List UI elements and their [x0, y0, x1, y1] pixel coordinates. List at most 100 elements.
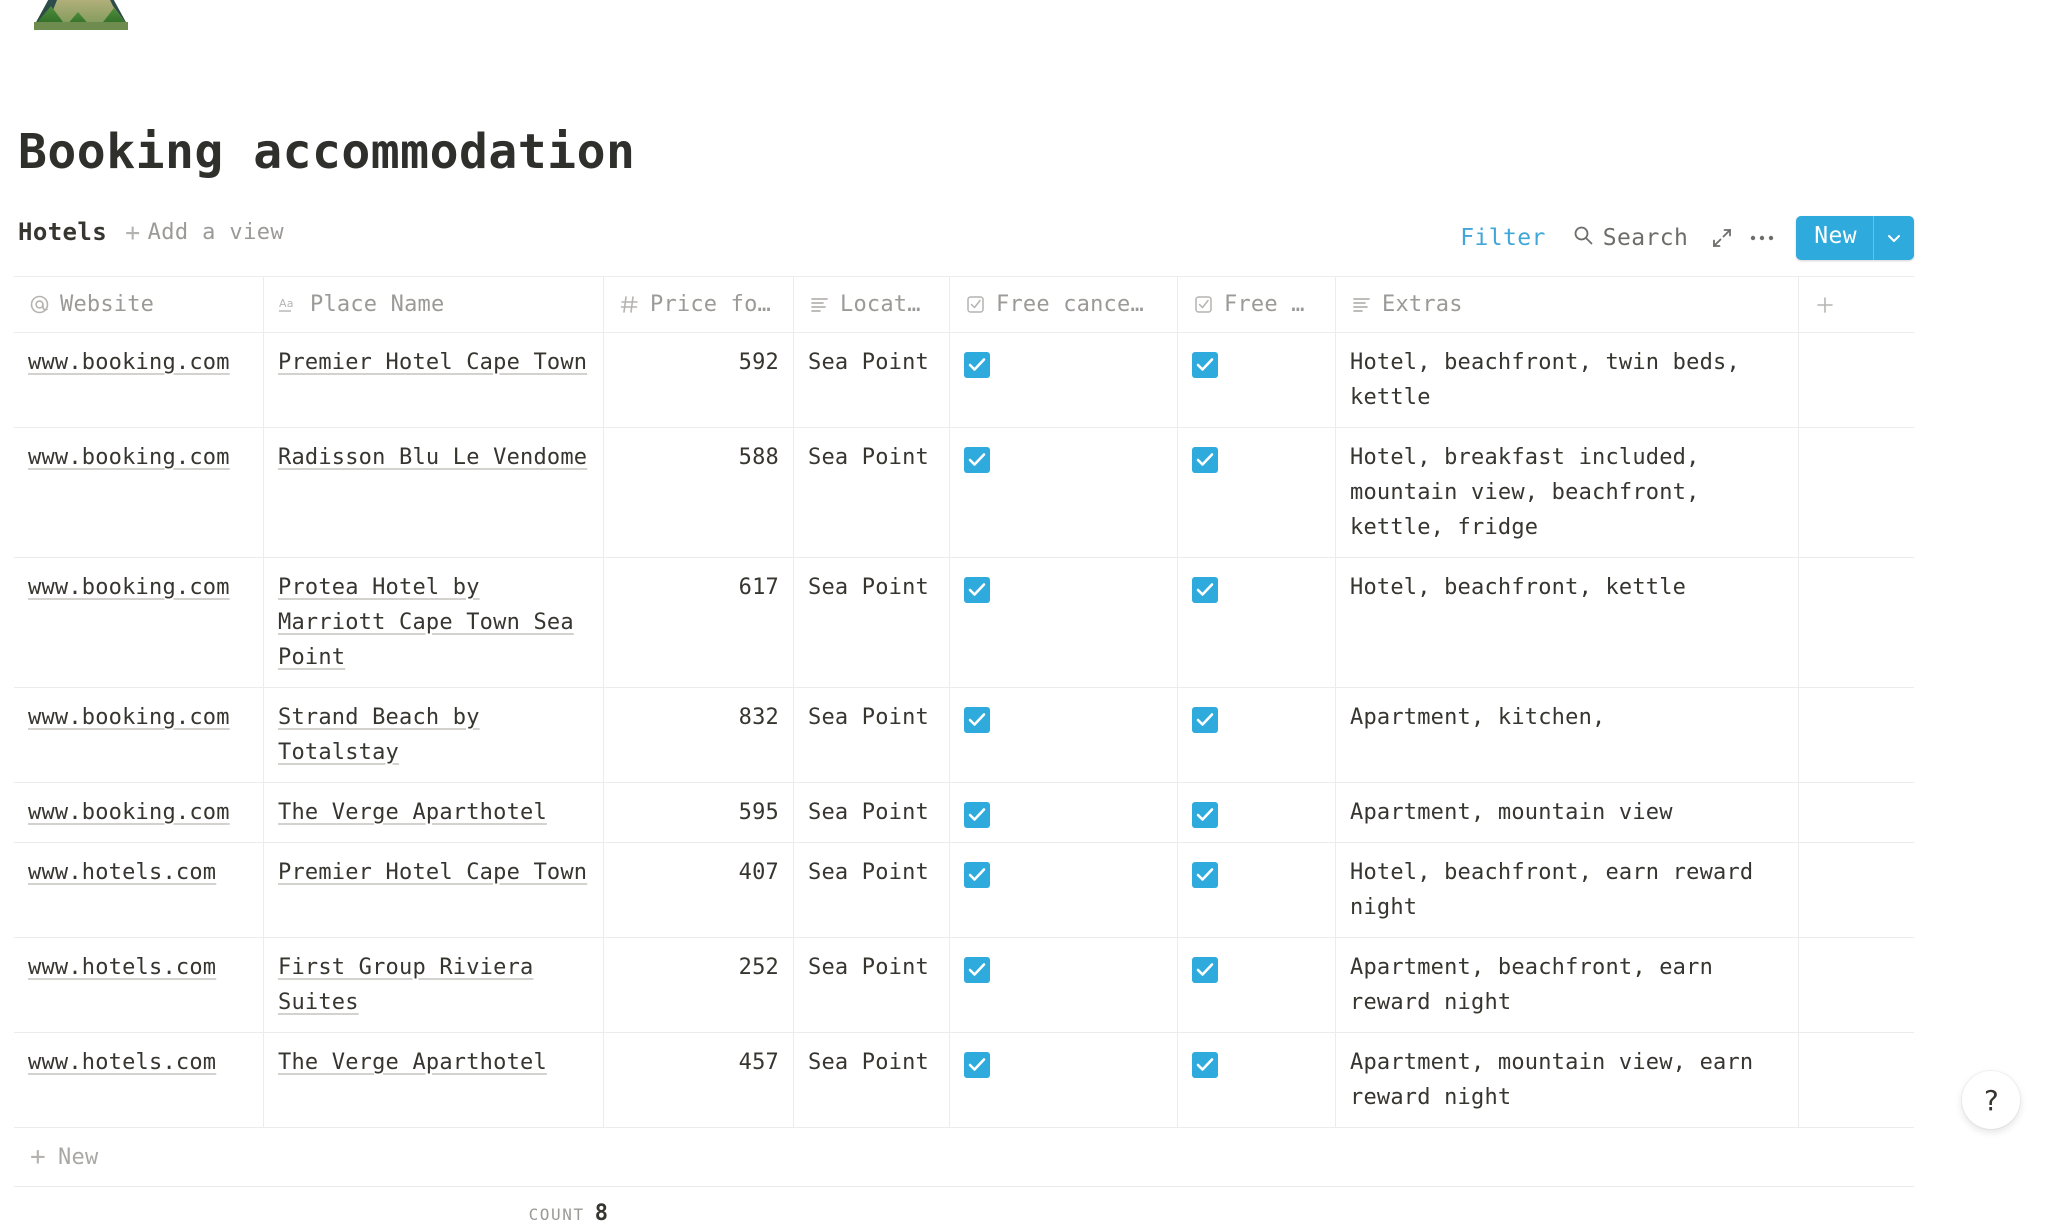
website-link[interactable]: www.booking.com	[28, 350, 230, 375]
cell-free-cancellation[interactable]	[950, 688, 1178, 782]
chevron-down-icon[interactable]	[1874, 216, 1914, 260]
cell-free[interactable]	[1178, 783, 1336, 842]
cell-website[interactable]: www.hotels.com	[14, 938, 264, 1032]
column-header-free-cancellation[interactable]: Free cance…	[950, 277, 1178, 332]
cell-extras[interactable]: Apartment, mountain view, earn reward ni…	[1336, 1033, 1799, 1127]
cell-location[interactable]: Sea Point	[794, 1033, 950, 1127]
cell-place-name[interactable]: Protea Hotel by Marriott Cape Town Sea P…	[264, 558, 604, 687]
website-link[interactable]: www.booking.com	[28, 445, 230, 470]
cell-location[interactable]: Sea Point	[794, 333, 950, 427]
add-column-button[interactable]	[1799, 277, 1914, 332]
cell-place-name[interactable]: The Verge Aparthotel	[264, 1033, 604, 1127]
checkbox-checked-icon[interactable]	[964, 802, 990, 828]
cell-place-name[interactable]: The Verge Aparthotel	[264, 783, 604, 842]
checkbox-checked-icon[interactable]	[1192, 352, 1218, 378]
cell-location[interactable]: Sea Point	[794, 938, 950, 1032]
expand-diagonal-icon[interactable]	[1702, 220, 1742, 256]
table-row[interactable]: www.booking.com Protea Hotel by Marriott …	[14, 558, 1914, 688]
column-header-price[interactable]: Price fo…	[604, 277, 794, 332]
cell-free[interactable]	[1178, 333, 1336, 427]
cell-place-name[interactable]: First Group Riviera Suites	[264, 938, 604, 1032]
place-name-link[interactable]: Strand Beach by Totalstay	[278, 705, 480, 765]
table-row[interactable]: www.booking.com Premier Hotel Cape Town 59…	[14, 333, 1914, 428]
new-record-row[interactable]: + New	[14, 1128, 1914, 1187]
filter-button[interactable]: Filter	[1448, 221, 1557, 255]
checkbox-checked-icon[interactable]	[1192, 957, 1218, 983]
place-name-link[interactable]: Protea Hotel by Marriott Cape Town Sea P…	[278, 575, 574, 670]
table-row[interactable]: www.booking.com The Verge Aparthotel 595 Se…	[14, 783, 1914, 843]
checkbox-checked-icon[interactable]	[964, 957, 990, 983]
cell-free-cancellation[interactable]	[950, 783, 1178, 842]
place-name-link[interactable]: The Verge Aparthotel	[278, 1050, 547, 1075]
cell-price[interactable]: 407	[604, 843, 794, 937]
cell-free-cancellation[interactable]	[950, 428, 1178, 557]
place-name-link[interactable]: The Verge Aparthotel	[278, 800, 547, 825]
cell-price[interactable]: 595	[604, 783, 794, 842]
checkbox-checked-icon[interactable]	[964, 447, 990, 473]
cell-extras[interactable]: Apartment, beachfront, earn reward night	[1336, 938, 1799, 1032]
cell-extras[interactable]: Hotel, beachfront, earn reward night	[1336, 843, 1799, 937]
checkbox-checked-icon[interactable]	[1192, 447, 1218, 473]
checkbox-checked-icon[interactable]	[964, 1052, 990, 1078]
website-link[interactable]: www.booking.com	[28, 705, 230, 730]
table-row[interactable]: www.hotels.com Premier Hotel Cape Town 407…	[14, 843, 1914, 938]
cell-free-cancellation[interactable]	[950, 558, 1178, 687]
ellipsis-icon[interactable]	[1742, 220, 1782, 256]
cell-place-name[interactable]: Premier Hotel Cape Town	[264, 333, 604, 427]
cell-location[interactable]: Sea Point	[794, 688, 950, 782]
checkbox-checked-icon[interactable]	[1192, 862, 1218, 888]
checkbox-checked-icon[interactable]	[964, 577, 990, 603]
cell-free-cancellation[interactable]	[950, 1033, 1178, 1127]
checkbox-checked-icon[interactable]	[964, 707, 990, 733]
cell-extras[interactable]: Hotel, beachfront, kettle	[1336, 558, 1799, 687]
column-header-free[interactable]: Free …	[1178, 277, 1336, 332]
cell-price[interactable]: 617	[604, 558, 794, 687]
cell-website[interactable]: www.booking.com	[14, 783, 264, 842]
cell-free[interactable]	[1178, 558, 1336, 687]
cell-free-cancellation[interactable]	[950, 843, 1178, 937]
cell-location[interactable]: Sea Point	[794, 843, 950, 937]
cell-price[interactable]: 457	[604, 1033, 794, 1127]
column-header-place-name[interactable]: Aa Place Name	[264, 277, 604, 332]
table-row[interactable]: www.booking.com Radisson Blu Le Vendome 58…	[14, 428, 1914, 558]
cell-website[interactable]: www.hotels.com	[14, 843, 264, 937]
cell-location[interactable]: Sea Point	[794, 558, 950, 687]
website-link[interactable]: www.booking.com	[28, 575, 230, 600]
cell-free-cancellation[interactable]	[950, 938, 1178, 1032]
cell-free[interactable]	[1178, 938, 1336, 1032]
cell-location[interactable]: Sea Point	[794, 783, 950, 842]
cell-place-name[interactable]: Premier Hotel Cape Town	[264, 843, 604, 937]
cell-location[interactable]: Sea Point	[794, 428, 950, 557]
cell-free-cancellation[interactable]	[950, 333, 1178, 427]
cell-price[interactable]: 252	[604, 938, 794, 1032]
cell-free[interactable]	[1178, 688, 1336, 782]
website-link[interactable]: www.hotels.com	[28, 1050, 216, 1075]
cell-website[interactable]: www.booking.com	[14, 333, 264, 427]
website-link[interactable]: www.hotels.com	[28, 860, 216, 885]
cell-website[interactable]: www.booking.com	[14, 558, 264, 687]
cell-website[interactable]: www.hotels.com	[14, 1033, 264, 1127]
table-row[interactable]: www.booking.com Strand Beach by Totalstay…	[14, 688, 1914, 783]
place-name-link[interactable]: First Group Riviera Suites	[278, 955, 533, 1015]
cell-free[interactable]	[1178, 843, 1336, 937]
place-name-link[interactable]: Radisson Blu Le Vendome	[278, 445, 587, 470]
column-header-extras[interactable]: Extras	[1336, 277, 1799, 332]
checkbox-checked-icon[interactable]	[964, 352, 990, 378]
cell-extras[interactable]: Hotel, breakfast included, mountain view…	[1336, 428, 1799, 557]
cell-website[interactable]: www.booking.com	[14, 428, 264, 557]
add-view-button[interactable]: + Add a view	[125, 220, 284, 245]
column-header-location[interactable]: Locat…	[794, 277, 950, 332]
cell-place-name[interactable]: Radisson Blu Le Vendome	[264, 428, 604, 557]
cell-extras[interactable]: Apartment, kitchen,	[1336, 688, 1799, 782]
count-summary[interactable]: COUNT 8	[14, 1187, 608, 1226]
cell-extras[interactable]: Apartment, mountain view	[1336, 783, 1799, 842]
table-row[interactable]: www.hotels.com First Group Riviera Suites…	[14, 938, 1914, 1033]
place-name-link[interactable]: Premier Hotel Cape Town	[278, 860, 587, 885]
cell-price[interactable]: 832	[604, 688, 794, 782]
checkbox-checked-icon[interactable]	[1192, 1052, 1218, 1078]
cell-extras[interactable]: Hotel, beachfront, twin beds, kettle	[1336, 333, 1799, 427]
checkbox-checked-icon[interactable]	[1192, 707, 1218, 733]
table-row[interactable]: www.hotels.com The Verge Aparthotel 457 Sea…	[14, 1033, 1914, 1128]
cell-website[interactable]: www.booking.com	[14, 688, 264, 782]
checkbox-checked-icon[interactable]	[1192, 802, 1218, 828]
